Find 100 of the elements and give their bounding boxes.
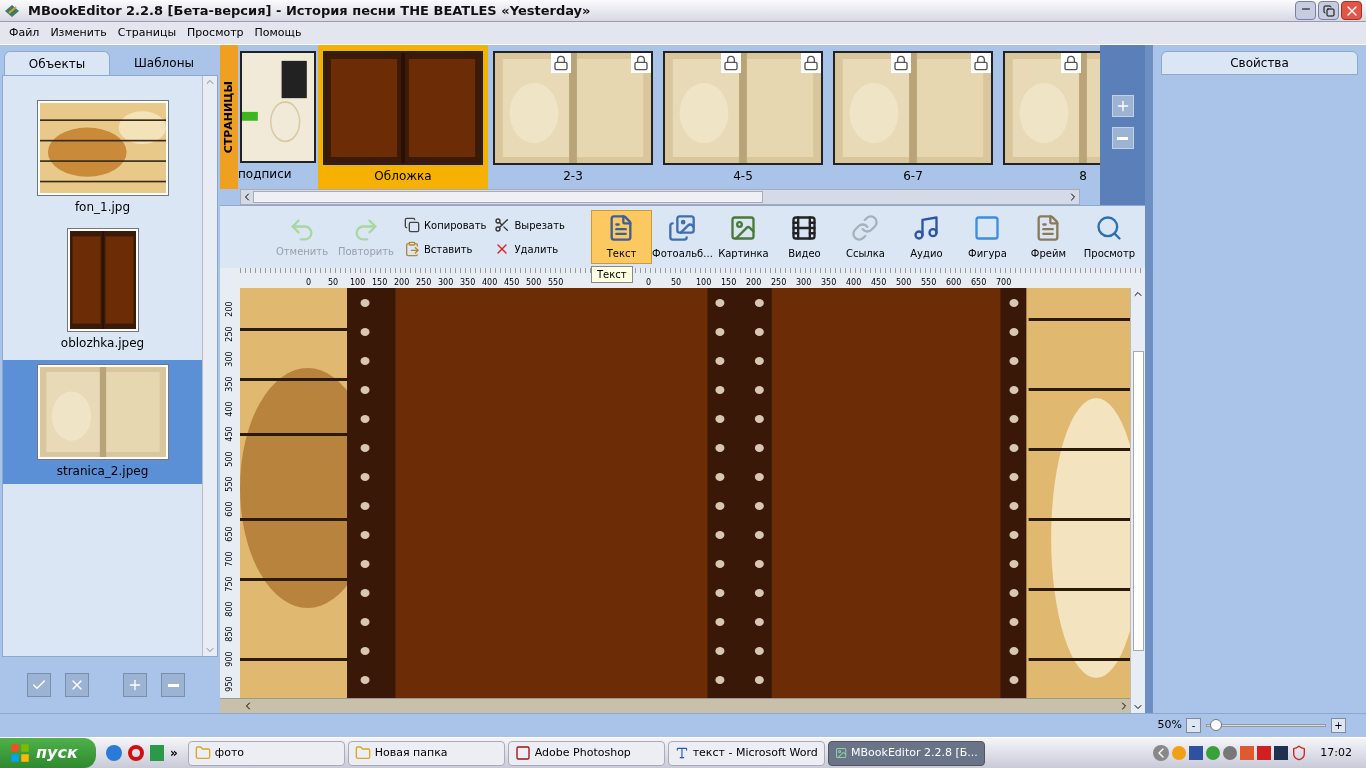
- ruler-label: 200: [394, 279, 411, 287]
- tray-icon[interactable]: [1274, 746, 1289, 760]
- tool-button[interactable]: Просмотр: [1078, 210, 1140, 264]
- zoom-out-button[interactable]: -: [1186, 718, 1201, 733]
- ruler-label: 200: [226, 300, 234, 317]
- add-button[interactable]: [123, 673, 147, 697]
- scissors-icon: [494, 217, 511, 233]
- tool-button[interactable]: Фотоальб...: [651, 210, 713, 264]
- restore-icon: [1322, 4, 1335, 17]
- tool-button[interactable]: Видео: [773, 210, 835, 264]
- menu-item[interactable]: Помощь: [249, 24, 307, 42]
- minus-icon: [1117, 136, 1128, 140]
- menu-item[interactable]: Просмотр: [182, 24, 249, 42]
- ruler-label: 550: [921, 279, 938, 287]
- search-icon: [1095, 213, 1124, 242]
- cancel-button[interactable]: [65, 673, 89, 697]
- ruler-label: 400: [482, 279, 499, 287]
- tool-button[interactable]: Текст: [590, 210, 652, 264]
- minimize-button[interactable]: [1295, 1, 1316, 20]
- zoom-in-button[interactable]: +: [1331, 718, 1346, 733]
- page-thumbnail[interactable]: Обложка: [318, 45, 488, 189]
- tray-expand-icon[interactable]: [1153, 745, 1170, 761]
- image-icon: [729, 213, 758, 242]
- scrollbar[interactable]: [220, 698, 1130, 713]
- ruler-label: 50: [671, 279, 683, 287]
- ruler-label: 600: [226, 500, 234, 517]
- ruler-label: 650: [226, 525, 234, 542]
- remove-button[interactable]: [161, 673, 185, 697]
- panel-tab[interactable]: Шаблоны: [112, 51, 216, 75]
- clock: 17:02: [1320, 744, 1352, 761]
- taskbar-button[interactable]: текст - Microsoft Word: [667, 740, 825, 766]
- restore-button[interactable]: [1318, 1, 1339, 20]
- edit-button[interactable]: Удалить: [494, 241, 577, 257]
- edit-button[interactable]: Копировать: [404, 217, 487, 233]
- object-item[interactable]: stranica_2.jpeg: [3, 360, 202, 484]
- tool-button[interactable]: Фигура: [956, 210, 1018, 264]
- zoom-slider[interactable]: [1205, 718, 1327, 733]
- taskbar-button[interactable]: Новая папка: [347, 740, 505, 766]
- app-icon: [514, 745, 531, 761]
- menu-item[interactable]: Файл: [4, 24, 45, 42]
- ruler-label: 300: [796, 279, 813, 287]
- panel-tab[interactable]: Объекты: [4, 51, 110, 75]
- zoom-reading: 50%: [1157, 717, 1182, 734]
- add-page-button[interactable]: [1111, 95, 1134, 117]
- chain-icon: [851, 213, 880, 242]
- ruler-label: 550: [548, 279, 565, 287]
- ruler-label: 800: [226, 600, 234, 617]
- taskbar-button[interactable]: фото: [187, 740, 345, 766]
- properties-tab[interactable]: Свойства: [1161, 51, 1358, 75]
- ruler-label: 50: [328, 279, 340, 287]
- remove-page-button[interactable]: [1111, 127, 1134, 149]
- confirm-button[interactable]: [27, 673, 51, 697]
- ruler-label: 150: [372, 279, 389, 287]
- ruler-label: 550: [226, 475, 234, 492]
- ruler-label: 100: [696, 279, 713, 287]
- tooltip: Текст: [590, 266, 633, 283]
- ruler-label: 450: [226, 425, 234, 442]
- ruler-label: 450: [871, 279, 888, 287]
- menu-item[interactable]: Страницы: [112, 24, 182, 42]
- ruler-label: 600: [946, 279, 963, 287]
- opera-icon[interactable]: [128, 745, 144, 761]
- ruler-label: 700: [996, 279, 1013, 287]
- ruler-label: 300: [226, 350, 234, 367]
- ruler-label: 450: [504, 279, 521, 287]
- edit-button[interactable]: Вставить: [404, 241, 487, 257]
- ruler-label: 850: [226, 625, 234, 642]
- square-icon: [973, 213, 1002, 242]
- slider-thumb[interactable]: [1210, 719, 1223, 731]
- browser-icon[interactable]: [106, 745, 122, 761]
- more-button[interactable]: »: [170, 744, 178, 762]
- tool-button[interactable]: Ссылка: [834, 210, 896, 264]
- object-item[interactable]: oblozhka.jpeg: [3, 224, 202, 356]
- windows-logo-icon: [10, 743, 30, 763]
- taskbar-button[interactable]: MBookEditor 2.2.8 [Б...: [827, 740, 985, 766]
- ruler-label: 350: [821, 279, 838, 287]
- scrollbar[interactable]: [240, 189, 1080, 205]
- window-title: MBookEditor 2.2.8 [Бета-версия] - История песни THE BEATLES «Yesterday»: [28, 1, 591, 20]
- ruler-label: 750: [226, 575, 234, 592]
- ruler-label: 400: [846, 279, 863, 287]
- ruler-label: 700: [226, 550, 234, 567]
- close-button[interactable]: [1341, 1, 1362, 20]
- tool-button[interactable]: Картинка: [712, 210, 774, 264]
- scrollbar[interactable]: [1130, 288, 1145, 713]
- ruler-label: 0: [646, 279, 653, 287]
- taskbar-button[interactable]: Adobe Photoshop: [507, 740, 665, 766]
- tray-icon[interactable]: [1189, 746, 1204, 760]
- ruler-label: 400: [226, 400, 234, 417]
- shield-icon[interactable]: [1291, 745, 1308, 761]
- edit-button[interactable]: Вырезать: [494, 217, 577, 233]
- ruler-label: 900: [226, 650, 234, 667]
- menu-item[interactable]: Изменить: [45, 24, 112, 42]
- ruler-label: 250: [771, 279, 788, 287]
- ruler-label: 500: [226, 450, 234, 467]
- document-icon: [674, 745, 689, 761]
- ruler-label: 300: [438, 279, 455, 287]
- ruler-label: 150: [721, 279, 738, 287]
- folder-icon: [354, 745, 371, 761]
- ruler-label: 500: [896, 279, 913, 287]
- tool-button[interactable]: Аудио: [895, 210, 957, 264]
- tool-button[interactable]: Фрейм: [1017, 210, 1079, 264]
